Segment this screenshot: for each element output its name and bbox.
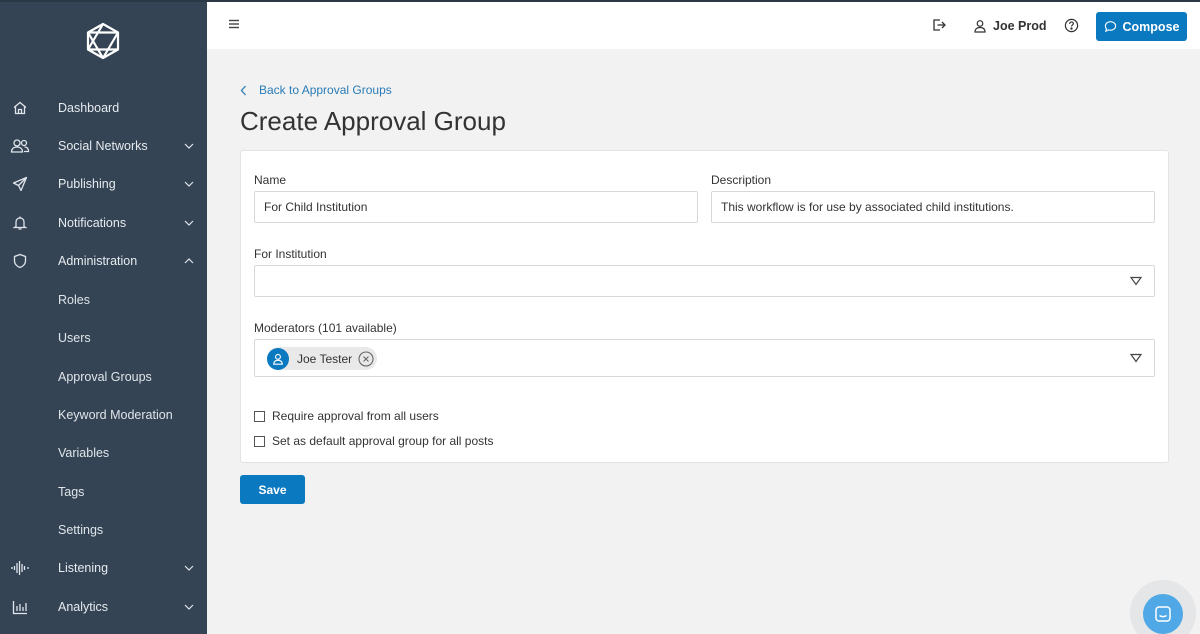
require-approval-label: Require approval from all users [272,409,439,423]
menu-icon[interactable] [227,17,241,31]
caret-down-icon[interactable] [1130,353,1142,363]
chevron-down-icon[interactable] [182,139,196,153]
require-approval-checkbox[interactable] [254,410,265,422]
name-input-value: For Child Institution [264,200,368,214]
nav-analytics[interactable]: Analytics [0,588,207,626]
app-logo-icon[interactable] [86,22,120,60]
page-title: Create Approval Group [240,106,506,136]
nav-listening[interactable]: Listening [0,549,207,587]
chat-launcher-button[interactable] [1143,594,1183,634]
description-label: Description [711,173,772,187]
top-bar: Joe Prod Compose [207,0,1200,49]
default-group-label: Set as default approval group for all po… [272,434,494,448]
user-avatar-icon [267,347,289,370]
nav-sub-tags[interactable]: Tags [0,473,207,511]
default-group-checkbox[interactable] [254,435,265,447]
nav-dashboard[interactable]: Dashboard [0,89,207,127]
save-button[interactable]: Save [240,475,305,504]
back-link-label: Back to Approval Groups [259,83,392,97]
nav-sub-label: Settings [58,523,104,537]
home-icon [10,98,30,118]
moderator-chip-label: Joe Tester [297,351,353,366]
back-link[interactable]: Back to Approval Groups [240,82,392,98]
chevron-up-icon[interactable] [182,254,196,268]
user-menu[interactable]: Joe Prod [973,15,1047,37]
chevron-down-icon[interactable] [182,561,196,575]
description-input[interactable]: This workflow is for use by associated c… [711,191,1155,223]
user-name: Joe Prod [993,19,1047,33]
user-icon [974,20,986,33]
bar-chart-icon [10,597,30,617]
sidebar: Dashboard Social Networks Publishing Not… [0,0,207,634]
nav-notifications-label: Notifications [58,216,127,230]
moderator-chip: Joe Tester [267,347,378,370]
nav-publishing-label: Publishing [58,177,116,191]
name-label: Name [254,173,287,187]
nav-sub-label: Variables [58,446,110,460]
nav-administration-label: Administration [58,254,138,268]
nav-dashboard-label: Dashboard [58,101,120,115]
description-input-value: This workflow is for use by associated c… [721,200,1014,214]
compose-button[interactable]: Compose [1096,12,1187,41]
chevron-down-icon[interactable] [182,600,196,614]
remove-chip-icon[interactable] [358,350,374,367]
chat-widget [1130,580,1200,634]
default-group-checkbox-row[interactable]: Set as default approval group for all po… [254,433,493,449]
moderators-select[interactable]: Joe Tester [254,339,1155,377]
chat-icon [1155,606,1171,622]
nav-administration[interactable]: Administration [0,242,207,280]
name-input[interactable]: For Child Institution [254,191,698,223]
chat-bubble-icon [1104,21,1116,33]
moderators-label: Moderators (101 available) [254,321,397,335]
nav-sub-settings[interactable]: Settings [0,511,207,549]
institution-label: For Institution [254,247,327,261]
help-icon[interactable] [1064,18,1079,33]
nav-sub-label: Tags [58,485,85,499]
require-approval-checkbox-row[interactable]: Require approval from all users [254,408,439,424]
approval-group-form: Name For Child Institution Description T… [240,150,1169,463]
chevron-down-icon[interactable] [182,216,196,230]
users-icon [10,136,30,156]
send-icon [10,174,30,194]
nav-social-networks[interactable]: Social Networks [0,127,207,165]
nav-sub-users[interactable]: Users [0,319,207,357]
nav-sub-label: Roles [58,293,90,307]
nav-publishing[interactable]: Publishing [0,165,207,203]
chevron-down-icon[interactable] [182,177,196,191]
nav-sub-roles[interactable]: Roles [0,281,207,319]
nav-sub-variables[interactable]: Variables [0,434,207,472]
shield-icon [10,251,30,271]
nav-listening-label: Listening [58,561,109,575]
nav-sub-label: Users [58,331,91,345]
compose-button-label: Compose [1122,19,1180,34]
nav-sub-keyword-moderation[interactable]: Keyword Moderation [0,396,207,434]
bell-icon [10,213,30,233]
nav-sub-label: Keyword Moderation [58,408,173,422]
institution-select[interactable] [254,265,1155,297]
chevron-left-icon [240,85,246,95]
nav-social-networks-label: Social Networks [58,139,148,153]
waveform-icon [10,558,30,578]
nav-sub-label: Approval Groups [58,370,152,384]
nav-sub-approval-groups[interactable]: Approval Groups [0,358,207,396]
nav-notifications[interactable]: Notifications [0,204,207,242]
caret-down-icon[interactable] [1130,276,1142,286]
nav-analytics-label: Analytics [58,600,109,614]
logout-icon[interactable] [931,17,947,33]
